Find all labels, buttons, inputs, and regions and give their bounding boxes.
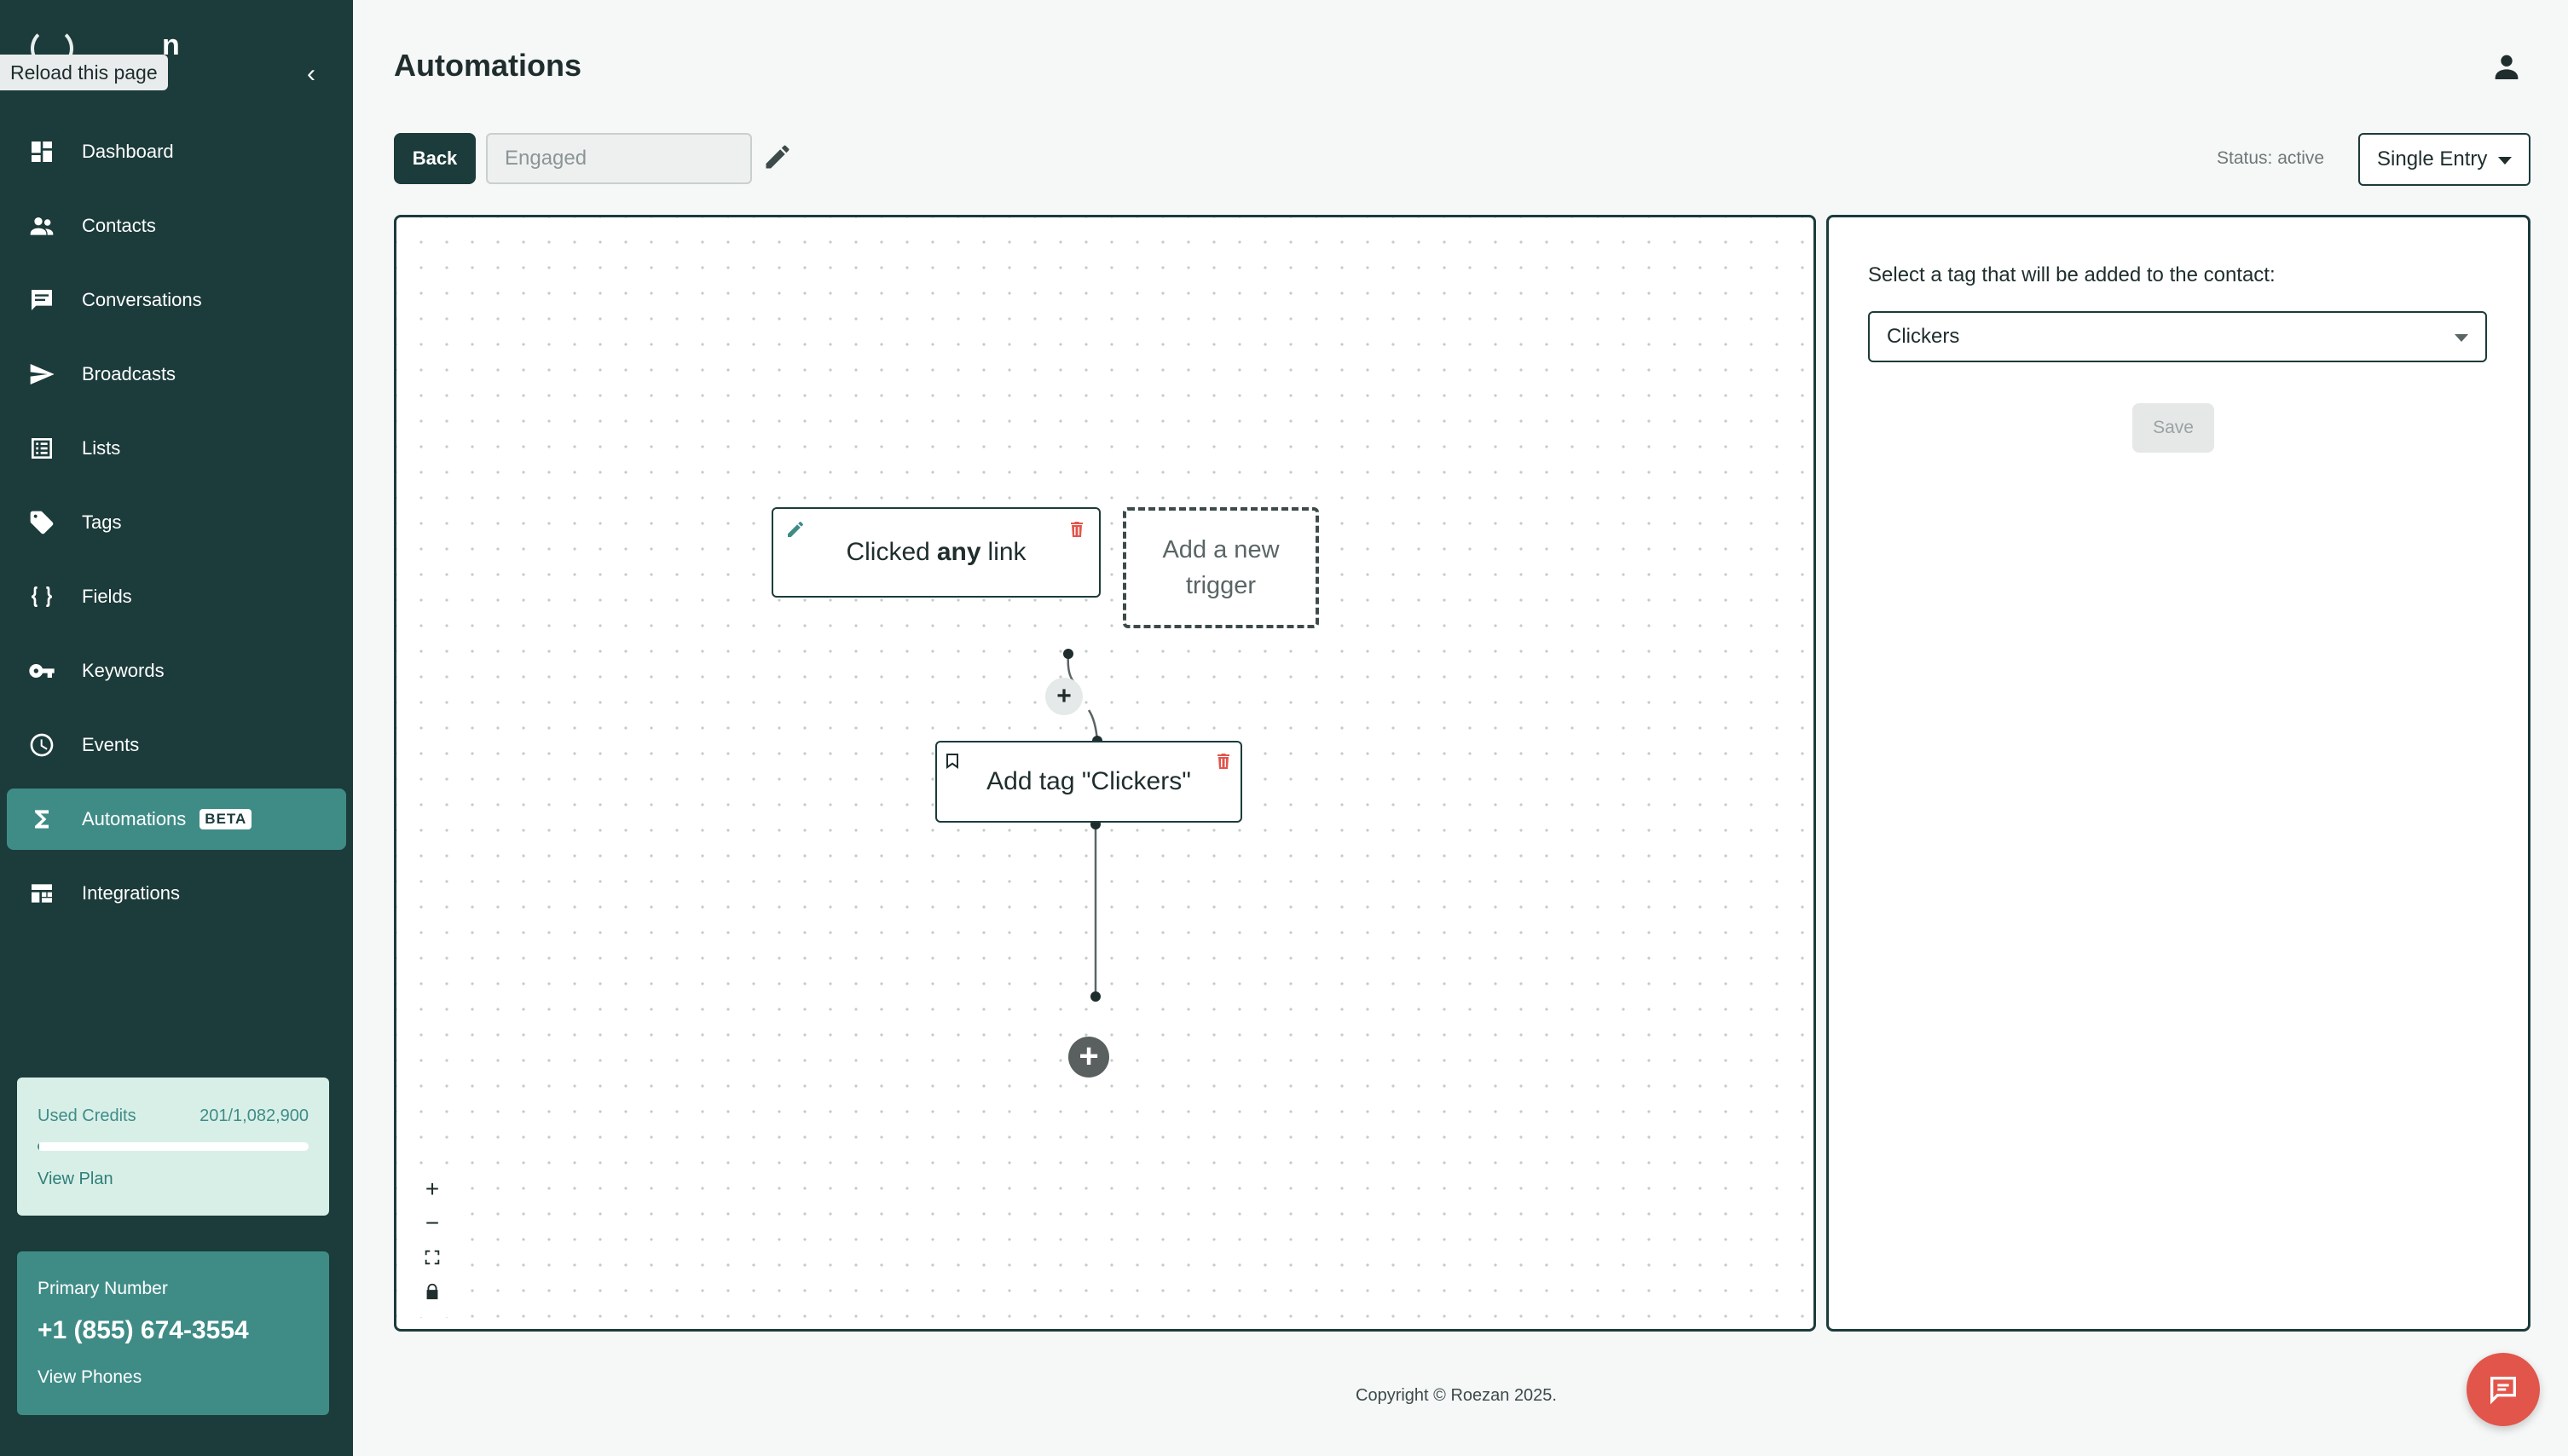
credits-value: 201/1,082,900 (200, 1106, 309, 1125)
sidebar-item-fields[interactable]: Fields (7, 566, 346, 627)
edit-icon[interactable] (785, 517, 806, 538)
sidebar-item-integrations[interactable]: Integrations (7, 863, 346, 924)
collapse-sidebar-button[interactable]: ‹ (298, 60, 324, 89)
chat-button[interactable] (2467, 1353, 2540, 1426)
tag-select-value: Clickers (1887, 325, 1960, 348)
back-button[interactable]: Back (394, 133, 476, 184)
list-icon (27, 434, 56, 463)
pencil-icon[interactable] (762, 142, 796, 176)
copyright: Copyright © Roezan 2025. (1356, 1386, 1557, 1405)
sidebar-item-label: Integrations (82, 882, 180, 904)
sidebar-item-label: Dashboard (82, 141, 174, 162)
action-node[interactable]: Add tag "Clickers" (935, 741, 1242, 823)
credits-label: Used Credits (38, 1106, 136, 1125)
sidebar-item-lists[interactable]: Lists (7, 418, 346, 479)
lock-icon (426, 1283, 438, 1300)
integrations-icon (27, 879, 56, 908)
sidebar-item-tags[interactable]: Tags (7, 492, 346, 553)
contacts-icon (27, 211, 56, 240)
zoom-in-button[interactable]: + (414, 1172, 451, 1206)
trash-icon[interactable] (1067, 517, 1087, 538)
braces-icon (27, 582, 56, 611)
sidebar-item-automations[interactable]: Automations BETA (7, 789, 346, 850)
save-button[interactable]: Save (2132, 403, 2214, 453)
sidebar-item-label: Tags (82, 511, 122, 533)
status-text: Status: active (2217, 148, 2325, 168)
fit-view-button[interactable] (414, 1240, 451, 1274)
credits-card: Used Credits 201/1,082,900 View Plan (17, 1078, 329, 1216)
credits-progress-fill (38, 1142, 39, 1151)
sidebar-item-label: Fields (82, 586, 132, 607)
sidebar-item-label: Broadcasts (82, 363, 176, 384)
page-title: Automations (394, 48, 581, 83)
add-trigger-button[interactable]: Add a new trigger (1123, 507, 1319, 628)
trash-icon[interactable] (1213, 749, 1234, 770)
phone-label: Primary Number (38, 1279, 168, 1298)
sidebar-item-label: Conversations (82, 289, 202, 310)
sidebar-item-conversations[interactable]: Conversations (7, 269, 346, 331)
automation-name-input[interactable] (486, 133, 752, 184)
logo-row: n Reload this page ‹ (0, 26, 353, 90)
add-trigger-label: Add a new trigger (1162, 536, 1280, 599)
sidebar-item-events[interactable]: Events (7, 714, 346, 776)
clock-icon (27, 731, 56, 760)
insert-step-button[interactable]: + (1045, 678, 1083, 715)
zoom-controls: + − (414, 1172, 451, 1317)
step-settings-panel: Select a tag that will be added to the c… (1826, 215, 2530, 1332)
action-label: Add tag "Clickers" (986, 767, 1191, 795)
entry-mode-select[interactable]: Single Entry (2358, 133, 2530, 186)
dashboard-icon (27, 137, 56, 166)
chevron-left-icon: ‹ (307, 60, 315, 88)
caret-down-icon (2498, 157, 2512, 165)
conversations-icon (27, 286, 56, 315)
trigger-emphasis: any (936, 538, 981, 566)
tag-select-label: Select a tag that will be added to the c… (1868, 263, 2276, 286)
phone-number: +1 (855) 674-3554 (38, 1316, 249, 1344)
tag-select[interactable]: Clickers (1868, 311, 2487, 362)
automation-canvas[interactable]: Clicked any link Add a new trigger + Add… (394, 215, 1816, 1332)
sigma-icon (27, 805, 56, 834)
trigger-suffix: link (987, 538, 1027, 566)
sidebar-item-label: Lists (82, 437, 121, 459)
sidebar-item-label: Events (82, 734, 140, 755)
view-plan-link[interactable]: View Plan (38, 1170, 113, 1189)
sidebar-item-contacts[interactable]: Contacts (7, 195, 346, 257)
lock-button[interactable] (414, 1274, 451, 1309)
trigger-node[interactable]: Clicked any link (772, 507, 1101, 598)
chat-icon (2490, 1377, 2516, 1405)
credits-progress-bar (38, 1142, 309, 1151)
sidebar-item-dashboard[interactable]: Dashboard (7, 121, 346, 182)
caret-down-icon (2455, 334, 2468, 342)
entry-mode-value: Single Entry (2377, 147, 2488, 170)
sidebar-nav: Dashboard Contacts Conversations Broadca… (0, 121, 353, 937)
trigger-prefix: Clicked (846, 538, 930, 566)
send-icon (27, 360, 56, 389)
sidebar-item-keywords[interactable]: Keywords (7, 640, 346, 702)
user-icon[interactable] (2490, 49, 2524, 84)
beta-badge: BETA (200, 809, 252, 829)
sidebar: n Reload this page ‹ Dashboard Contacts … (0, 0, 353, 1456)
sidebar-item-broadcasts[interactable]: Broadcasts (7, 344, 346, 405)
sidebar-item-label: Automations (82, 808, 187, 829)
tag-icon (27, 508, 56, 537)
zoom-out-button[interactable]: − (414, 1206, 451, 1240)
sidebar-item-label: Keywords (82, 660, 165, 681)
add-step-button[interactable]: + (1068, 1037, 1109, 1078)
primary-number-card: Primary Number +1 (855) 674-3554 View Ph… (17, 1251, 329, 1415)
view-phones-link[interactable]: View Phones (38, 1367, 142, 1388)
fit-view-icon (425, 1250, 440, 1265)
tag-outline-icon (942, 749, 963, 770)
key-icon (27, 656, 56, 685)
reload-tooltip: Reload this page (0, 55, 168, 90)
sidebar-item-label: Contacts (82, 215, 156, 236)
